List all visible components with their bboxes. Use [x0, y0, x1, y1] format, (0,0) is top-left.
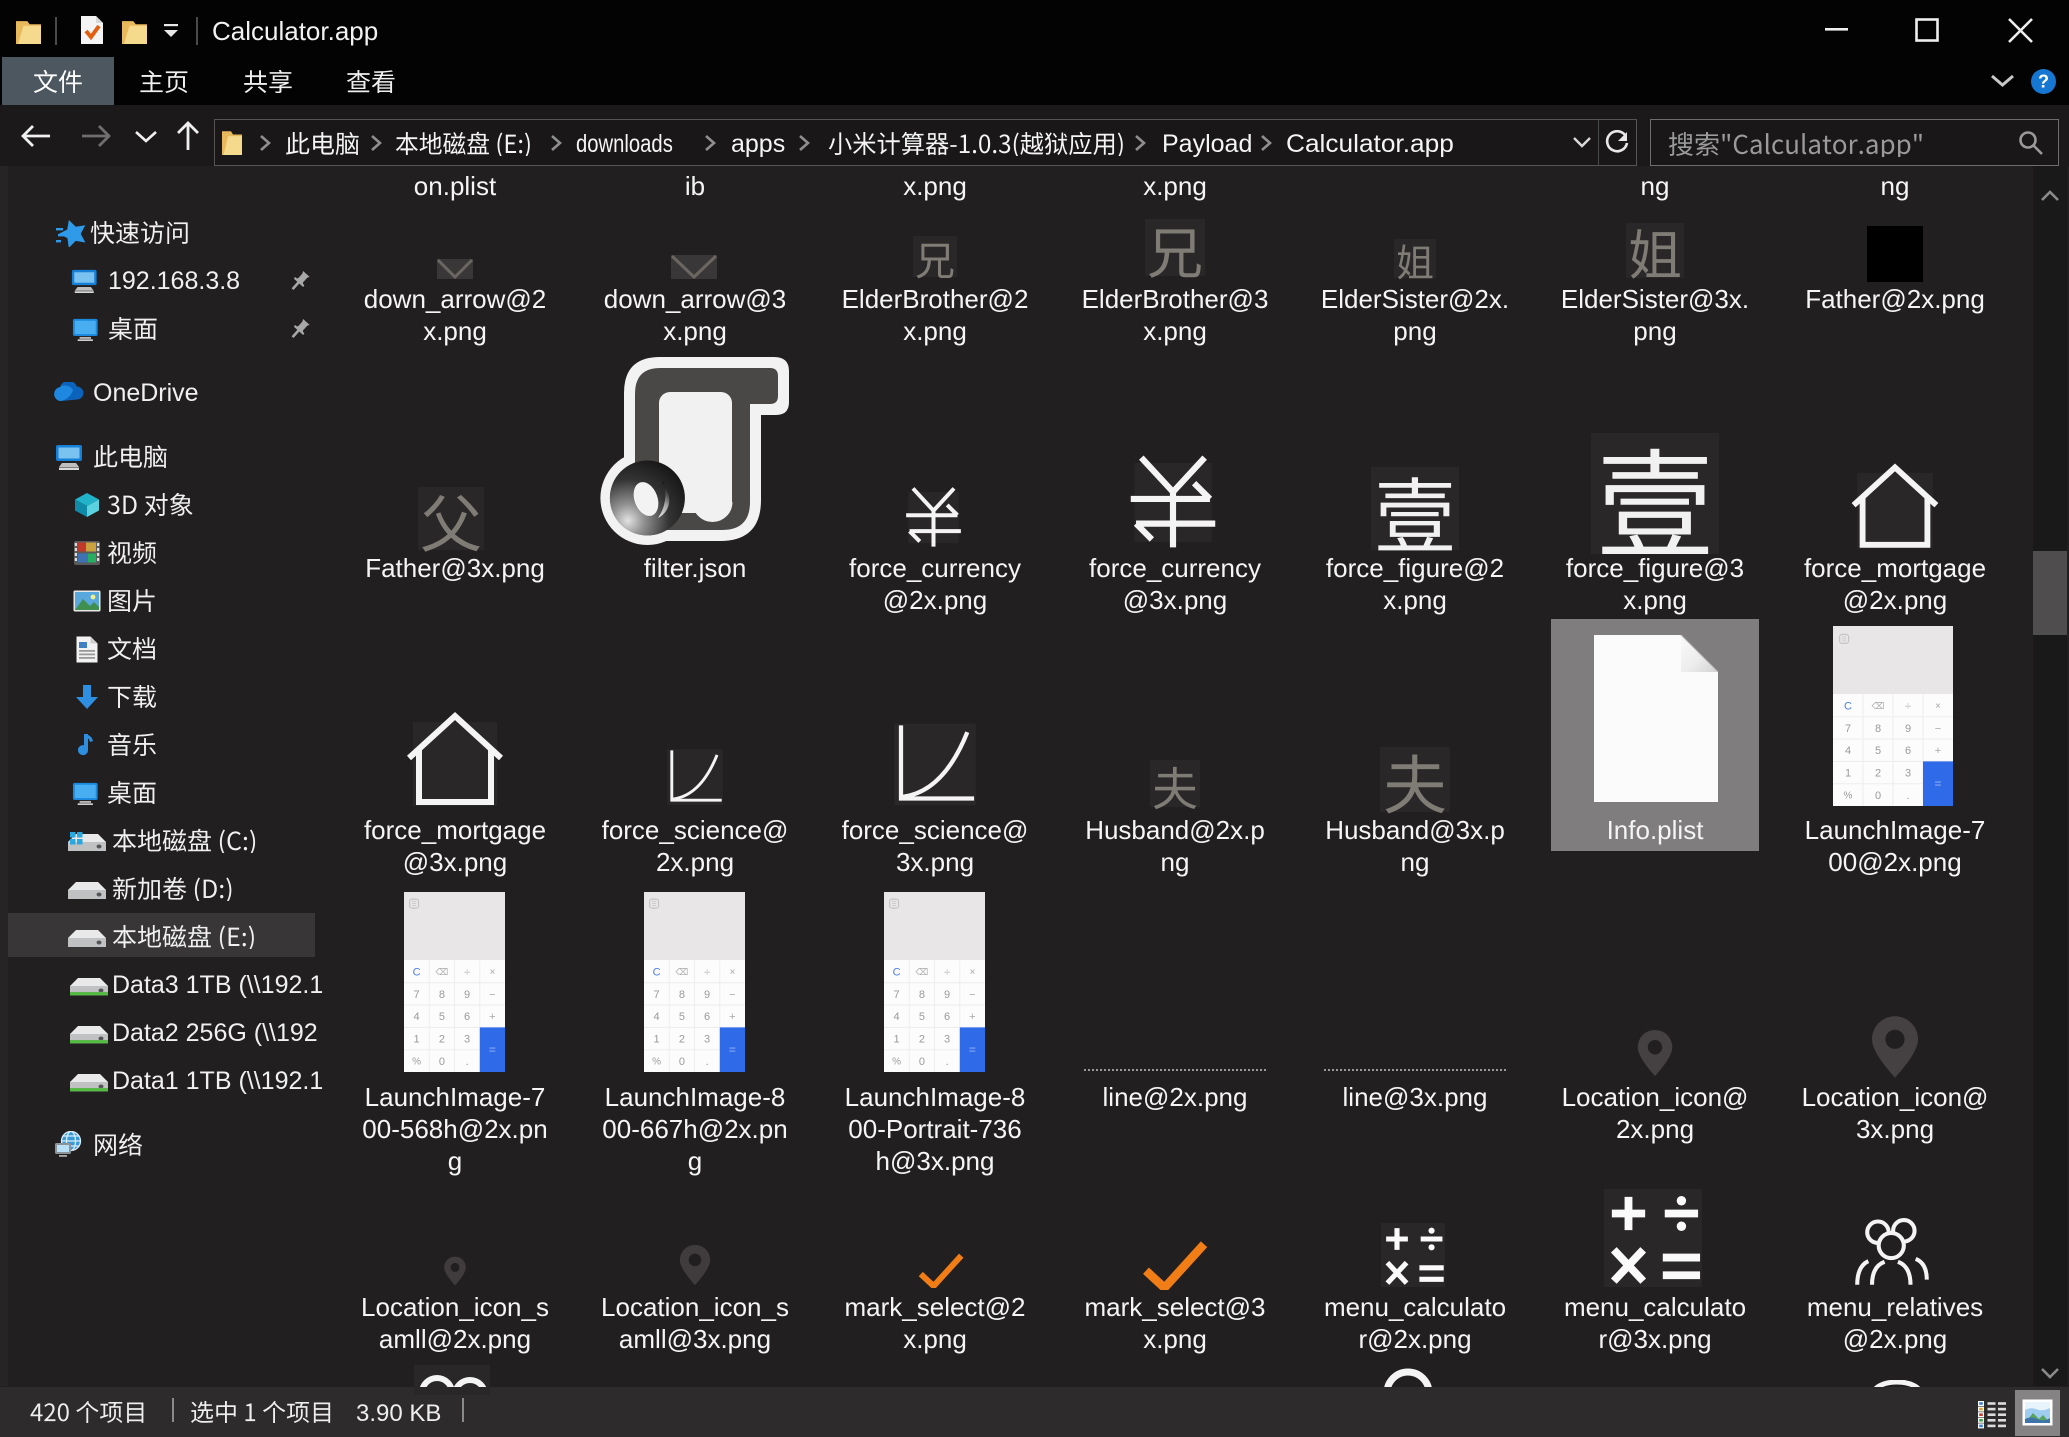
svg-text:?: ?	[2038, 72, 2049, 92]
svg-text:×: ×	[1935, 701, 1941, 712]
svg-text:=: =	[729, 1043, 736, 1057]
svg-text:6: 6	[464, 1011, 470, 1023]
svg-text:+: +	[729, 1011, 735, 1023]
svg-text:3: 3	[704, 1034, 710, 1046]
svg-text:2: 2	[1875, 768, 1881, 780]
svg-text:=: =	[969, 1043, 976, 1057]
svg-text:8: 8	[439, 989, 445, 1001]
svg-text:0: 0	[1875, 790, 1881, 802]
svg-text:×: ×	[969, 967, 975, 978]
svg-text:0: 0	[679, 1056, 685, 1068]
svg-text:6: 6	[1905, 745, 1911, 757]
svg-text:3: 3	[1905, 768, 1911, 780]
svg-text:4: 4	[1845, 745, 1851, 757]
svg-text:−: −	[729, 989, 735, 1001]
svg-text:5: 5	[1875, 745, 1881, 757]
svg-text:%: %	[1844, 790, 1853, 801]
svg-text:C: C	[413, 967, 421, 979]
svg-text:9: 9	[1905, 723, 1911, 735]
svg-text:⌫: ⌫	[676, 967, 689, 977]
svg-text:=: =	[1934, 777, 1941, 791]
svg-text:+: +	[1935, 745, 1941, 757]
svg-text:4: 4	[414, 1011, 420, 1023]
svg-text:−: −	[489, 989, 495, 1001]
svg-text:⌫: ⌫	[436, 967, 449, 977]
svg-text:⌫: ⌫	[1872, 701, 1885, 711]
svg-text:2: 2	[919, 1034, 925, 1046]
svg-text:+: +	[489, 1011, 495, 1023]
svg-text:0: 0	[439, 1056, 445, 1068]
svg-text:%: %	[892, 1056, 901, 1067]
svg-text:C: C	[1844, 701, 1852, 713]
svg-text:⌫: ⌫	[916, 967, 929, 977]
svg-text:.: .	[946, 1056, 949, 1068]
svg-text:÷: ÷	[944, 967, 950, 979]
svg-text:%: %	[652, 1056, 661, 1067]
svg-text:6: 6	[704, 1011, 710, 1023]
svg-text:÷: ÷	[1905, 701, 1911, 713]
svg-text:7: 7	[894, 989, 900, 1001]
svg-text:−: −	[1935, 723, 1941, 735]
svg-text:8: 8	[679, 989, 685, 1001]
svg-text:5: 5	[439, 1011, 445, 1023]
svg-text:7: 7	[654, 989, 660, 1001]
svg-text:C: C	[893, 967, 901, 979]
svg-text:+: +	[969, 1011, 975, 1023]
svg-text:.: .	[1906, 790, 1909, 802]
svg-text:9: 9	[464, 989, 470, 1001]
svg-text:1: 1	[414, 1034, 420, 1046]
svg-text:0: 0	[919, 1056, 925, 1068]
svg-text:=: =	[489, 1043, 496, 1057]
svg-text:5: 5	[679, 1011, 685, 1023]
svg-text:2: 2	[679, 1034, 685, 1046]
svg-text:1: 1	[894, 1034, 900, 1046]
svg-text:%: %	[412, 1056, 421, 1067]
svg-text:1: 1	[1845, 768, 1851, 780]
svg-text:7: 7	[414, 989, 420, 1001]
svg-text:6: 6	[944, 1011, 950, 1023]
svg-text:÷: ÷	[704, 967, 710, 979]
svg-text:.: .	[466, 1056, 469, 1068]
svg-text:7: 7	[1845, 723, 1851, 735]
svg-text:8: 8	[1875, 723, 1881, 735]
svg-text:2: 2	[439, 1034, 445, 1046]
svg-text:3: 3	[944, 1034, 950, 1046]
svg-text:9: 9	[944, 989, 950, 1001]
svg-text:5: 5	[919, 1011, 925, 1023]
svg-text:−: −	[969, 989, 975, 1001]
svg-text:.: .	[706, 1056, 709, 1068]
svg-text:3: 3	[464, 1034, 470, 1046]
svg-text:C: C	[653, 967, 661, 979]
svg-text:1: 1	[654, 1034, 660, 1046]
svg-text:×: ×	[729, 967, 735, 978]
svg-text:4: 4	[894, 1011, 900, 1023]
svg-text:8: 8	[919, 989, 925, 1001]
svg-text:4: 4	[654, 1011, 660, 1023]
svg-text:×: ×	[489, 967, 495, 978]
svg-text:÷: ÷	[464, 967, 470, 979]
svg-text:9: 9	[704, 989, 710, 1001]
